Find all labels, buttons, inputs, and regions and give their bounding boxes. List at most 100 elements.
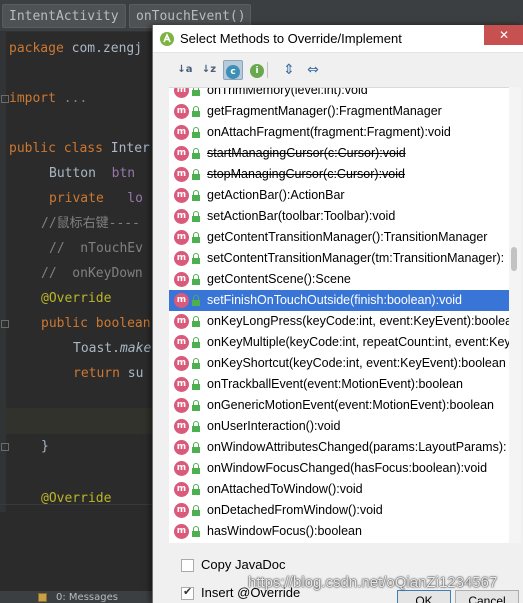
code-annotation-override-1: @Override [41,291,112,306]
editor-gutter [0,32,6,512]
insert-override-checkbox[interactable] [181,585,194,600]
class-icon: c [226,65,240,79]
public-lock-icon [192,253,200,264]
public-lock-icon [192,127,200,138]
method-signature: onWindowAttributesChanged(params:LayoutP… [207,440,507,454]
method-list[interactable]: m onTrimMemory(level:int):void m getFragmen… [169,87,521,543]
method-icon: m [174,188,189,203]
method-icon: m [174,314,189,329]
method-row[interactable]: m getActionBar():ActionBar [169,185,521,206]
code-line-closing-brace: } [41,439,49,454]
fold-marker-icon[interactable] [1,443,9,451]
method-signature: setContentTransitionManager(tm:Transitio… [207,251,505,265]
method-signature: onWindowFocusChanged(hasFocus:boolean):v… [207,461,488,475]
method-row[interactable]: m getContentTransitionManager():Transitio… [169,227,521,248]
public-lock-icon [192,484,200,495]
code-comment-1: //鼠标右键---- [41,216,140,231]
messages-tool-window-button[interactable]: 0: Messages [56,591,118,603]
method-signature: setFinishOnTouchOutside(finish:boolean):… [207,293,462,307]
method-icon: m [174,293,189,308]
ok-button[interactable]: OK [397,590,451,603]
method-icon: m [174,377,189,392]
method-row[interactable]: m onDetachedFromWindow():void [169,500,521,521]
sort-by-hierarchy-icon[interactable]: ↓z [199,60,219,80]
method-row[interactable]: m onUserInteraction():void [169,416,521,437]
method-signature: getActionBar():ActionBar [207,188,345,202]
method-signature: onDetachedFromWindow():void [207,503,383,517]
sort-alphabetically-icon[interactable]: ↓a [175,60,195,80]
method-icon: m [174,335,189,350]
method-icon: m [174,167,189,182]
method-icon: m [174,356,189,371]
cancel-button[interactable]: Cancel [455,590,519,603]
method-icon: m [174,104,189,119]
method-list-scrollbar[interactable] [509,87,521,543]
public-lock-icon [192,295,200,306]
method-row[interactable]: m onKeyShortcut(keyCode:int, event:KeyEve… [169,353,521,374]
method-icon: m [174,482,189,497]
method-signature: getContentTransitionManager():Transition… [207,230,488,244]
method-signature: onAttachFragment(fragment:Fragment):void [207,125,451,139]
copy-javadoc-label[interactable]: Copy JavaDoc [201,557,286,572]
code-line-method-signature: public boolean [41,316,151,331]
method-signature: onKeyLongPress(keyCode:int, event:KeyEve… [207,314,513,328]
method-row[interactable]: m stopManagingCursor(c:Cursor):void [169,164,521,185]
watermark-text: https://blog.csdn.net/oQianZi1234567 [248,574,498,591]
close-button[interactable]: ✕ [484,25,523,45]
code-line-return: return su [73,366,144,381]
method-row[interactable]: m hasWindowFocus():boolean [169,521,521,542]
method-icon: m [174,251,189,266]
toolbar-separator [267,62,268,78]
expand-all-icon[interactable]: ⇕ [279,60,299,80]
method-row[interactable]: m onAttachFragment(fragment:Fragment):voi… [169,122,521,143]
show-interfaces-toggle[interactable]: i [247,60,267,80]
code-line-package: package com.zengj [9,41,143,56]
method-row[interactable]: m onWindowAttributesChanged(params:Layout… [169,437,521,458]
method-row[interactable]: m onTrimMemory(level:int):void [169,88,521,101]
method-signature: onKeyShortcut(keyCode:int, event:KeyEven… [207,356,506,370]
collapse-all-icon[interactable]: ⇔ [303,60,323,80]
method-icon: m [174,209,189,224]
copy-javadoc-checkbox[interactable] [181,559,194,572]
messages-icon[interactable] [38,593,47,602]
method-row[interactable]: m onTrackballEvent(event:MotionEvent):boo… [169,374,521,395]
show-classes-toggle[interactable]: c [223,60,243,80]
method-row[interactable]: m setFinishOnTouchOutside(finish:boolean)… [169,290,521,311]
method-signature: getFragmentManager():FragmentManager [207,104,442,118]
method-icon: m [174,88,189,98]
tab-intent-activity[interactable]: IntentActivity [2,4,126,28]
method-icon: m [174,524,189,539]
method-signature: setActionBar(toolbar:Toolbar):void [207,209,396,223]
public-lock-icon [192,421,200,432]
dialog-options: Copy JavaDoc Insert @Override OK Cancel [153,543,523,603]
scrollbar-thumb[interactable] [511,247,517,271]
public-lock-icon [192,379,200,390]
public-lock-icon [192,211,200,222]
method-icon: m [174,146,189,161]
dialog-title: Select Methods to Override/Implement [180,31,402,46]
current-line-highlight [6,408,152,434]
method-row[interactable]: m getContentScene():Scene [169,269,521,290]
dialog-title-bar[interactable]: Select Methods to Override/Implement ✕ [153,25,523,53]
public-lock-icon [192,463,200,474]
method-icon: m [174,230,189,245]
public-lock-icon [192,88,200,96]
method-row[interactable]: m startManagingCursor(c:Cursor):void [169,143,521,164]
method-icon: m [174,461,189,476]
method-signature: hasWindowFocus():boolean [207,524,362,538]
method-row[interactable]: m setContentTransitionManager(tm:Transiti… [169,248,521,269]
fold-marker-icon[interactable] [1,320,9,328]
fold-marker-icon[interactable] [1,95,9,103]
method-row[interactable]: m onGenericMotionEvent(event:MotionEvent)… [169,395,521,416]
public-lock-icon [192,505,200,516]
public-lock-icon [192,316,200,327]
method-row[interactable]: m getFragmentManager():FragmentManager [169,101,521,122]
method-row[interactable]: m onKeyLongPress(keyCode:int, event:KeyEv… [169,311,521,332]
code-line-class: public class Inter [9,141,150,156]
method-row[interactable]: m onKeyMultiple(keyCode:int, repeatCount:… [169,332,521,353]
method-icon: m [174,419,189,434]
method-row[interactable]: m setActionBar(toolbar:Toolbar):void [169,206,521,227]
method-signature: onTrackballEvent(event:MotionEvent):bool… [207,377,463,391]
method-row[interactable]: m onWindowFocusChanged(hasFocus:boolean):… [169,458,521,479]
method-row[interactable]: m onAttachedToWindow():void [169,479,521,500]
